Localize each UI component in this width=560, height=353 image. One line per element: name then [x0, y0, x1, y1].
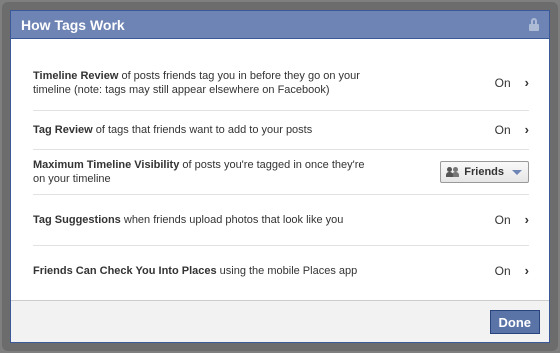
setting-row-tag-suggestions[interactable]: Tag Suggestions when friends upload phot… [33, 195, 529, 246]
setting-value: On [494, 75, 511, 90]
audience-label: Friends [464, 166, 504, 178]
how-tags-work-dialog: How Tags Work Timeline Review of posts f… [10, 10, 550, 343]
setting-value: On [494, 264, 511, 278]
setting-detail: of tags that friends want to add to your… [92, 124, 313, 136]
setting-name: Tag Review [33, 124, 93, 136]
setting-description: Maximum Timeline Visibility of posts you… [33, 158, 378, 186]
dialog-footer: Done [11, 300, 549, 342]
setting-name: Timeline Review [33, 69, 119, 82]
check-into-places-toggle[interactable]: On › [494, 263, 529, 279]
setting-name: Friends Can Check You Into Places [33, 265, 217, 277]
chevron-right-icon: › [524, 263, 529, 278]
setting-detail: using the mobile Places app [216, 265, 358, 277]
lock-icon [529, 18, 539, 31]
tag-review-toggle[interactable]: On › [494, 122, 529, 138]
settings-list: Timeline Review of posts friends tag you… [11, 39, 549, 296]
setting-row-timeline-review[interactable]: Timeline Review of posts friends tag you… [33, 55, 529, 111]
dialog-titlebar: How Tags Work [11, 11, 549, 39]
chevron-right-icon: › [524, 74, 529, 90]
setting-row-check-into-places[interactable]: Friends Can Check You Into Places using … [33, 246, 529, 296]
setting-detail: when friends upload photos that look lik… [120, 214, 344, 226]
chevron-down-icon [512, 169, 522, 175]
setting-description: Friends Can Check You Into Places using … [33, 264, 378, 278]
friends-icon [446, 167, 460, 177]
setting-description: Tag Suggestions when friends upload phot… [33, 213, 378, 227]
dialog-title: How Tags Work [21, 16, 125, 33]
chevron-right-icon: › [524, 122, 529, 137]
setting-value: On [494, 213, 511, 227]
tag-suggestions-toggle[interactable]: On › [494, 212, 529, 228]
setting-description: Tag Review of tags that friends want to … [33, 123, 378, 137]
setting-row-timeline-visibility: Maximum Timeline Visibility of posts you… [33, 150, 529, 195]
chevron-right-icon: › [524, 212, 529, 227]
setting-name: Maximum Timeline Visibility [33, 159, 180, 171]
setting-value: On [494, 123, 511, 137]
done-button[interactable]: Done [489, 310, 540, 334]
setting-name: Tag Suggestions [33, 214, 121, 226]
setting-row-tag-review[interactable]: Tag Review of tags that friends want to … [33, 111, 529, 150]
timeline-review-toggle[interactable]: On › [494, 74, 529, 90]
audience-selector-button[interactable]: Friends [440, 161, 529, 183]
setting-description: Timeline Review of posts friends tag you… [33, 69, 378, 97]
